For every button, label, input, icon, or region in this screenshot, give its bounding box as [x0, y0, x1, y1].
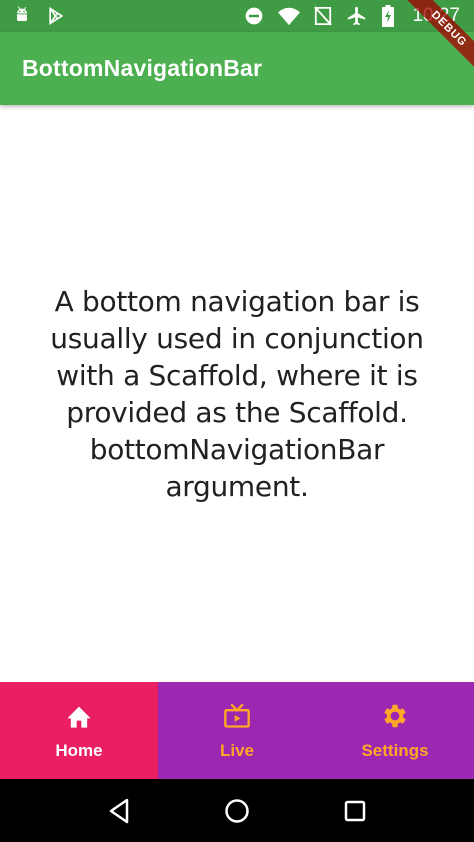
airplane-mode-icon — [346, 5, 368, 27]
wifi-icon — [278, 6, 301, 26]
nav-item-home-label: Home — [55, 740, 103, 760]
nav-item-home[interactable]: Home — [0, 682, 158, 779]
bottom-navigation-bar: Home Live Settings — [0, 682, 474, 779]
main-content: A bottom navigation bar is usually used … — [0, 105, 474, 682]
back-icon[interactable] — [99, 791, 139, 831]
live-tv-icon — [222, 701, 252, 731]
android-icon — [12, 6, 32, 26]
system-navigation-bar — [0, 779, 474, 842]
nav-item-settings-label: Settings — [361, 740, 429, 760]
status-bar: 10:27 — [0, 0, 474, 32]
battery-charging-icon — [382, 5, 395, 27]
nav-item-settings[interactable]: Settings — [316, 682, 474, 779]
play-store-icon — [46, 6, 66, 26]
settings-icon — [380, 701, 410, 731]
recents-icon[interactable] — [335, 791, 375, 831]
app-bar: BottomNavigationBar — [0, 32, 474, 105]
home-icon — [64, 701, 94, 731]
home-circle-icon[interactable] — [217, 791, 257, 831]
nav-item-live[interactable]: Live — [158, 682, 316, 779]
status-left-icons — [12, 6, 66, 26]
body-text: A bottom navigation bar is usually used … — [50, 284, 424, 503]
app-bar-title: BottomNavigationBar — [22, 55, 263, 81]
no-sim-icon — [314, 6, 333, 26]
nav-item-live-label: Live — [219, 740, 255, 760]
do-not-disturb-icon — [244, 6, 264, 26]
